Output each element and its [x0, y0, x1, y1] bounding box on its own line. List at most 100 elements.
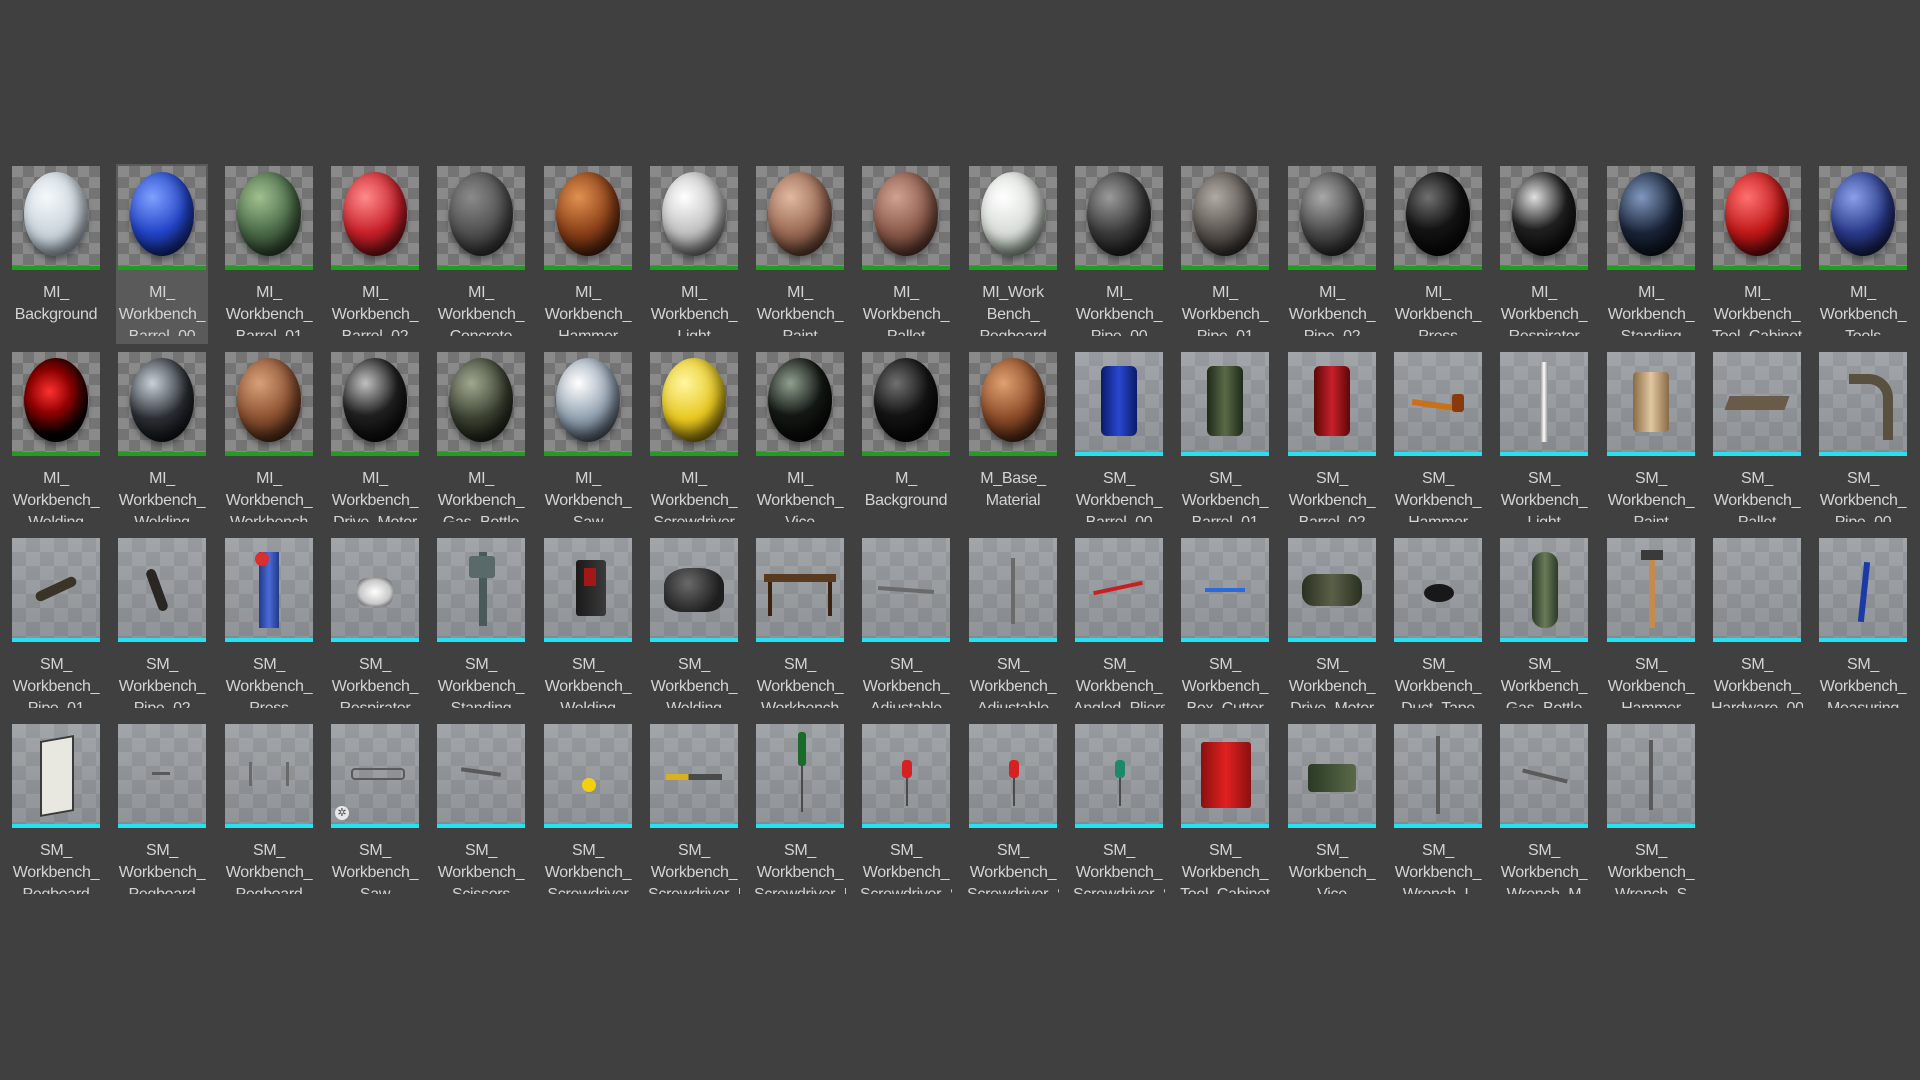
asset-tile[interactable]: MI_ Workbench_ Paint	[754, 164, 846, 344]
asset-tile[interactable]: SM_ Workbench_ Pegboard	[116, 722, 208, 902]
asset-tile[interactable]: MI_ Workbench_ Saw	[542, 350, 634, 530]
asset-tile[interactable]: SM_ Workbench_ Paint	[1605, 350, 1697, 530]
asset-tile[interactable]: SM_ Workbench_ Tool_Cabinet	[1179, 722, 1271, 902]
static-mesh-type-bar	[544, 638, 632, 642]
asset-tile[interactable]: M_ Background	[860, 350, 952, 530]
asset-tile[interactable]: SM_ Workbench_ Screwdriver	[542, 722, 634, 902]
asset-tile[interactable]: SM_ Workbench_ Screwdriver_S	[967, 722, 1059, 902]
asset-tile[interactable]: SM_ Workbench_ Wrench_M	[1498, 722, 1590, 902]
asset-tile[interactable]: SM_ Workbench_ Duct_Tape	[1392, 536, 1484, 716]
asset-tile[interactable]: SM_ Workbench_ Pallet	[1711, 350, 1803, 530]
asset-tile[interactable]: MI_ Workbench_ Barrel_00	[116, 164, 208, 344]
asset-tile[interactable]: MI_ Workbench_ Workbench	[223, 350, 315, 530]
asset-tile[interactable]: SM_ Workbench_ Pipe_02	[116, 536, 208, 716]
material-sphere	[662, 358, 726, 442]
asset-tile[interactable]: M_Base_ Material	[967, 350, 1059, 530]
asset-tile[interactable]: SM_ Workbench_ Hammer	[1392, 350, 1484, 530]
asset-tile[interactable]: MI_ Workbench_ Barrel_02	[329, 164, 421, 344]
asset-tile[interactable]: MI_ Workbench_ Hammer	[542, 164, 634, 344]
asset-tile[interactable]: MI_ Background	[10, 164, 102, 344]
asset-tile[interactable]: ✲ SM_ Workbench_ Saw	[329, 722, 421, 902]
asset-tile[interactable]: MI_ Workbench_ Welding	[10, 350, 102, 530]
asset-name-line: Workbench_	[862, 678, 950, 695]
asset-tile[interactable]: SM_ Workbench_ Wrench_L	[1392, 722, 1484, 902]
asset-tile[interactable]: SM_ Workbench_ Light	[1498, 350, 1590, 530]
asset-tile[interactable]: SM_ Workbench_ Drive_Motor	[1286, 536, 1378, 716]
asset-tile[interactable]: SM_ Workbench_ Pegboard	[10, 722, 102, 902]
material-type-bar	[12, 266, 100, 270]
asset-tile[interactable]: SM_ Workbench_ Welding	[648, 536, 740, 716]
asset-name-line: Workbench_	[118, 492, 206, 509]
asset-tile[interactable]: SM_ Workbench_ Hammer	[1605, 536, 1697, 716]
asset-tile[interactable]: MI_ Workbench_ Pipe_01	[1179, 164, 1271, 344]
static-mesh-type-bar	[1181, 638, 1269, 642]
asset-tile[interactable]: SM_ Workbench_ Press	[223, 536, 315, 716]
asset-tile[interactable]: SM_ Workbench_ Box_Cutter	[1179, 536, 1271, 716]
asset-tile[interactable]: SM_ Workbench_ Vice	[1286, 722, 1378, 902]
asset-tile[interactable]: MI_ Workbench_ Tools	[1817, 164, 1909, 344]
asset-tile[interactable]: MI_ Workbench_ Barrel_01	[223, 164, 315, 344]
asset-tile[interactable]: SM_ Workbench_ Screwdriver_S	[1073, 722, 1165, 902]
asset-tile[interactable]: SM_ Workbench_ Welding	[542, 536, 634, 716]
asset-tile[interactable]: MI_ Workbench_ Welding	[116, 350, 208, 530]
asset-tile[interactable]: MI_ Workbench_ Tool_Cabinet	[1711, 164, 1803, 344]
asset-name-line: Workbench_	[1500, 492, 1588, 509]
material-type-bar	[544, 266, 632, 270]
asset-tile[interactable]: SM_ Workbench_ Standing	[435, 536, 527, 716]
asset-tile[interactable]: SM_ Workbench_ Scissors	[435, 722, 527, 902]
asset-tile[interactable]: MI_ Workbench_ Vice	[754, 350, 846, 530]
asset-tile[interactable]: MI_Work Bench_ Pegboard	[967, 164, 1059, 344]
asset-name-label: MI_ Workbench_ Pallet	[860, 282, 952, 336]
asset-thumbnail	[969, 538, 1057, 642]
asset-tile[interactable]: SM_ Workbench_ Wrench_S	[1605, 722, 1697, 902]
asset-name-line: SM_	[1528, 842, 1560, 859]
asset-tile[interactable]: SM_ Workbench_ Angled_Pliers	[1073, 536, 1165, 716]
asset-name-line: SM_	[146, 842, 178, 859]
material-sphere	[1300, 172, 1364, 256]
asset-tile[interactable]: SM_ Workbench_ Pipe_01	[10, 536, 102, 716]
asset-tile[interactable]: MI_ Workbench_ Press	[1392, 164, 1484, 344]
static-mesh-type-bar	[969, 824, 1057, 828]
asset-tile[interactable]: MI_ Workbench_ Drive_Motor	[329, 350, 421, 530]
asset-name-label: SM_ Workbench_ Pegboard	[116, 840, 208, 894]
asset-tile[interactable]: SM_ Workbench_ Barrel_02	[1286, 350, 1378, 530]
asset-tile[interactable]: SM_ Workbench_ Adjustable	[967, 536, 1059, 716]
asset-tile[interactable]: SM_ Workbench_ Gas_Bottle	[1498, 536, 1590, 716]
asset-thumbnail	[331, 538, 419, 642]
asset-tile[interactable]: SM_ Workbench_ Barrel_01	[1179, 350, 1271, 530]
asset-tile[interactable]: SM_ Workbench_ Pipe_00	[1817, 350, 1909, 530]
asset-tile[interactable]: SM_ Workbench_ Adjustable	[860, 536, 952, 716]
asset-name-label: SM_ Workbench_ Pipe_02	[116, 654, 208, 708]
asset-tile[interactable]: MI_ Workbench_ Pipe_02	[1286, 164, 1378, 344]
asset-tile[interactable]: SM_ Workbench_ Screwdriver_L	[648, 722, 740, 902]
asset-thumbnail	[225, 724, 313, 828]
asset-tile[interactable]: SM_ Workbench_ Respirator	[329, 536, 421, 716]
hammer-tall-handle	[1649, 552, 1655, 628]
asset-name-line: Workbench_	[1075, 306, 1163, 323]
asset-name-line: Workbench_	[544, 678, 632, 695]
asset-tile[interactable]: MI_ Workbench_ Concrete	[435, 164, 527, 344]
asset-tile[interactable]: SM_ Workbench_ Screwdriver_L	[754, 722, 846, 902]
asset-thumbnail	[1500, 724, 1588, 828]
asset-tile[interactable]: SM_ Workbench_ Workbench	[754, 536, 846, 716]
asset-tile[interactable]: MI_ Workbench_ Gas_Bottle	[435, 350, 527, 530]
asset-tile[interactable]: MI_ Workbench_ Pipe_00	[1073, 164, 1165, 344]
material-type-bar	[1713, 266, 1801, 270]
asset-name-line: Workbench_	[1288, 678, 1376, 695]
material-sphere	[768, 358, 832, 442]
asset-name-line: Screwdriver	[542, 884, 634, 894]
asset-tile[interactable]: SM_ Workbench_ Barrel_00	[1073, 350, 1165, 530]
asset-tile[interactable]: MI_ Workbench_ Screwdriver	[648, 350, 740, 530]
asset-tile[interactable]: MI_ Workbench_ Respirator	[1498, 164, 1590, 344]
asset-tile[interactable]: SM_ Workbench_ Pegboard	[223, 722, 315, 902]
asset-tile[interactable]: SM_ Workbench_ Measuring	[1817, 536, 1909, 716]
respirator-shape	[357, 578, 393, 606]
material-sphere	[874, 358, 938, 442]
asset-tile[interactable]: MI_ Workbench_ Light	[648, 164, 740, 344]
asset-tile[interactable]: SM_ Workbench_ Screwdriver_S	[860, 722, 952, 902]
asset-name-line: SM_	[1847, 470, 1879, 487]
asset-tile[interactable]: SM_ Workbench_ Hardware_001	[1711, 536, 1803, 716]
asset-tile[interactable]: MI_ Workbench_ Standing	[1605, 164, 1697, 344]
asset-tile[interactable]: MI_ Workbench_ Pallet	[860, 164, 952, 344]
material-sphere	[449, 358, 513, 442]
